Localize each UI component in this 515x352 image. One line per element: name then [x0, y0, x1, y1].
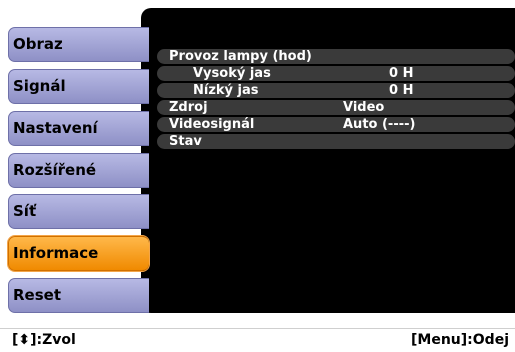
- source-row[interactable]: Zdroj Video: [157, 100, 515, 115]
- low-brightness-row[interactable]: Nízký jas 0 H: [157, 83, 515, 98]
- video-signal-value: Auto (----): [343, 117, 416, 132]
- video-signal-label: Videosignál: [169, 117, 255, 132]
- info-list: Provoz lampy (hod) Vysoký jas 0 H Nízký …: [157, 49, 515, 151]
- high-brightness-row[interactable]: Vysoký jas 0 H: [157, 66, 515, 81]
- status-label: Stav: [169, 134, 202, 149]
- menu-item-obraz[interactable]: Obraz: [8, 27, 149, 62]
- menu-item-informace[interactable]: Informace: [8, 236, 149, 271]
- status-row[interactable]: Stav: [157, 134, 515, 149]
- low-brightness-value: 0 H: [389, 83, 414, 98]
- lamp-hours-label: Provoz lampy (hod): [169, 49, 312, 64]
- lamp-hours-row[interactable]: Provoz lampy (hod): [157, 49, 515, 64]
- video-signal-row[interactable]: Videosignál Auto (----): [157, 117, 515, 132]
- menu-item-rozsirene[interactable]: Rozšířené: [8, 153, 149, 188]
- high-brightness-label: Vysoký jas: [193, 66, 271, 81]
- exit-hint: [Menu]:Odej: [411, 332, 509, 348]
- footer-bar: [⬍]:Zvol [Menu]:Odej: [0, 329, 515, 352]
- source-value: Video: [343, 100, 385, 115]
- menu-item-reset[interactable]: Reset: [8, 278, 149, 313]
- menu-item-nastaveni[interactable]: Nastavení: [8, 111, 149, 146]
- high-brightness-value: 0 H: [389, 66, 414, 81]
- low-brightness-label: Nízký jas: [193, 83, 259, 98]
- info-panel: Provoz lampy (hod) Vysoký jas 0 H Nízký …: [141, 8, 515, 313]
- menu-item-signal[interactable]: Signál: [8, 69, 149, 104]
- menu-item-sit[interactable]: Síť: [8, 194, 149, 229]
- select-hint: [⬍]:Zvol: [12, 332, 76, 348]
- projector-menu: Provoz lampy (hod) Vysoký jas 0 H Nízký …: [0, 0, 515, 352]
- source-label: Zdroj: [169, 100, 208, 115]
